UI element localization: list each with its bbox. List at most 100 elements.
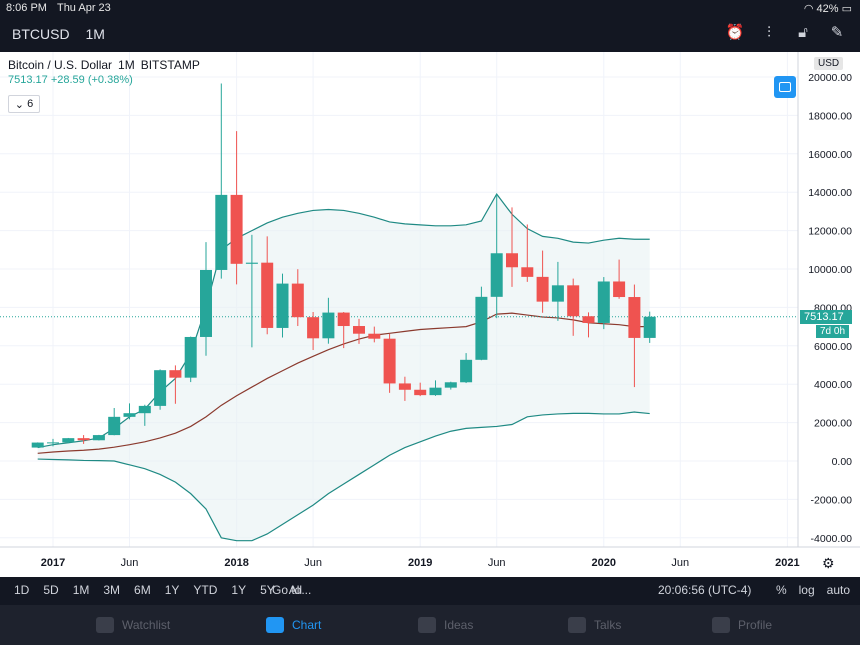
candle-body bbox=[368, 333, 381, 339]
chart-icon bbox=[266, 617, 284, 633]
ideas-icon bbox=[418, 617, 436, 633]
indicators-icon[interactable]: ⫶ bbox=[758, 22, 780, 44]
tab-talks[interactable]: Talks bbox=[568, 617, 621, 633]
range-6m[interactable]: 6M bbox=[134, 583, 151, 597]
candle-body bbox=[184, 336, 197, 378]
range-3m[interactable]: 3M bbox=[103, 583, 120, 597]
scale-option-log[interactable]: log bbox=[799, 583, 815, 597]
tab-label: Profile bbox=[738, 618, 773, 632]
candle-body bbox=[230, 194, 243, 264]
candle-body bbox=[92, 435, 105, 441]
chart-area[interactable]: 20000.00 18000.00 16000.00 14000.00 12000.00… bbox=[0, 52, 860, 577]
tab-label: Watchlist bbox=[122, 618, 171, 632]
goto-button[interactable]: Go to... bbox=[272, 583, 311, 597]
time-tick-label: Jun bbox=[671, 557, 689, 569]
candle-body bbox=[414, 389, 427, 396]
candle-body bbox=[261, 262, 274, 328]
currency-tag: USD bbox=[814, 57, 844, 70]
tab-label: Chart bbox=[292, 618, 322, 632]
gear-icon[interactable]: ⚙ bbox=[822, 555, 835, 572]
candle-body bbox=[123, 413, 136, 417]
candle-body bbox=[506, 253, 518, 268]
range-ytd[interactable]: YTD bbox=[193, 583, 217, 597]
range-1d[interactable]: 1D bbox=[14, 583, 29, 597]
indicators-toggle[interactable]: ⌄ 6 bbox=[8, 95, 40, 113]
battery-level: 42% bbox=[816, 3, 839, 15]
candle-body bbox=[521, 267, 534, 277]
chart-legend: Bitcoin / U.S. Dollar 1M BITSTAMP 7513.17 … bbox=[8, 58, 206, 86]
price-tick-label: 16000.00 bbox=[808, 149, 852, 161]
candle-body bbox=[200, 269, 212, 337]
scale-options: % log auto bbox=[776, 583, 850, 597]
scale-option-auto[interactable]: auto bbox=[827, 583, 850, 597]
wifi-icon: ◠ bbox=[803, 3, 817, 15]
price-tick-label: 14000.00 bbox=[808, 187, 852, 199]
candle-body bbox=[398, 383, 411, 390]
scale-option-percent[interactable]: % bbox=[776, 583, 787, 597]
candle-body bbox=[276, 283, 289, 328]
fullscreen-button[interactable] bbox=[774, 76, 796, 98]
legend-last-price: 7513.17 bbox=[8, 74, 48, 86]
price-tick-label: 20000.00 bbox=[808, 72, 852, 84]
candle-body bbox=[353, 326, 365, 334]
price-tick-label: -2000.00 bbox=[811, 494, 853, 506]
candle-body bbox=[47, 442, 59, 444]
time-tick-label: 2018 bbox=[224, 557, 248, 569]
candle-body bbox=[536, 276, 549, 302]
chevron-down-icon: ⌄ bbox=[14, 98, 28, 111]
time-tick-label: Jun bbox=[121, 557, 139, 569]
candle-body bbox=[138, 405, 151, 414]
candle-body bbox=[62, 438, 75, 443]
candle-body bbox=[31, 442, 44, 448]
candle-body bbox=[582, 316, 595, 323]
candlestick-chart[interactable]: 20000.00 18000.00 16000.00 14000.00 12000.00… bbox=[0, 52, 860, 577]
candle-body bbox=[307, 317, 320, 339]
candle-body bbox=[337, 312, 350, 327]
candle-body bbox=[215, 194, 228, 270]
symbol-selector[interactable]: BTCUSD 1M bbox=[12, 26, 117, 42]
candle-body bbox=[169, 370, 182, 378]
price-tick-label: 18000.00 bbox=[808, 110, 852, 122]
symbol-name[interactable]: BTCUSD bbox=[12, 26, 70, 42]
range-1m[interactable]: 1M bbox=[73, 583, 90, 597]
tab-watchlist[interactable]: Watchlist bbox=[96, 617, 170, 633]
candle-body bbox=[154, 370, 167, 406]
watchlist-icon bbox=[96, 617, 114, 633]
status-time: 8:06 PM bbox=[6, 2, 47, 14]
bar-countdown-label: 7d 0h bbox=[816, 325, 850, 338]
legend-change: +28.59 (+0.38%) bbox=[50, 74, 133, 86]
candle-body bbox=[77, 438, 90, 441]
price-tick-label: 0.00 bbox=[832, 456, 853, 468]
indicator-count: 6 bbox=[27, 98, 34, 110]
profile-icon bbox=[712, 617, 730, 633]
tab-label: Ideas bbox=[444, 618, 474, 632]
lock-icon[interactable]: 🔓︎ bbox=[792, 22, 814, 44]
range-bar: 1D 5D 1M 3M 6M 1Y YTD 1Y 5Y All Go to... 20:06:56… bbox=[0, 577, 860, 603]
price-tick-label: -4000.00 bbox=[811, 533, 853, 545]
tab-profile[interactable]: Profile bbox=[712, 617, 772, 633]
range-1y[interactable]: 1Y bbox=[231, 583, 246, 597]
price-tick-label: 6000.00 bbox=[814, 341, 852, 353]
status-date: Thu Apr 23 bbox=[56, 2, 111, 14]
candle-body bbox=[108, 416, 121, 436]
candle-body bbox=[383, 338, 396, 384]
legend-title: Bitcoin / U.S. Dollar bbox=[8, 58, 113, 72]
time-tick-label: 2019 bbox=[408, 557, 432, 569]
drawing-icon[interactable]: ✎ bbox=[826, 22, 848, 44]
price-tick-label: 2000.00 bbox=[814, 418, 852, 430]
candle-body bbox=[643, 316, 656, 338]
tab-ideas[interactable]: Ideas bbox=[418, 617, 473, 633]
tab-label: Talks bbox=[594, 618, 622, 632]
candle-body bbox=[429, 387, 442, 396]
tab-chart[interactable]: Chart bbox=[266, 617, 321, 633]
range-1y[interactable]: 1Y bbox=[165, 583, 180, 597]
candle-body bbox=[628, 297, 641, 338]
price-tick-label: 10000.00 bbox=[808, 264, 852, 276]
range-buttons: 1D 5D 1M 3M 6M 1Y YTD 1Y 5Y All bbox=[14, 583, 302, 597]
candle-body bbox=[444, 382, 457, 388]
candle-body bbox=[291, 283, 304, 318]
interval-selector[interactable]: 1M bbox=[85, 26, 104, 42]
range-5d[interactable]: 5D bbox=[43, 583, 58, 597]
candle-body bbox=[551, 285, 564, 302]
alarm-icon[interactable]: ⏰ bbox=[724, 22, 746, 44]
